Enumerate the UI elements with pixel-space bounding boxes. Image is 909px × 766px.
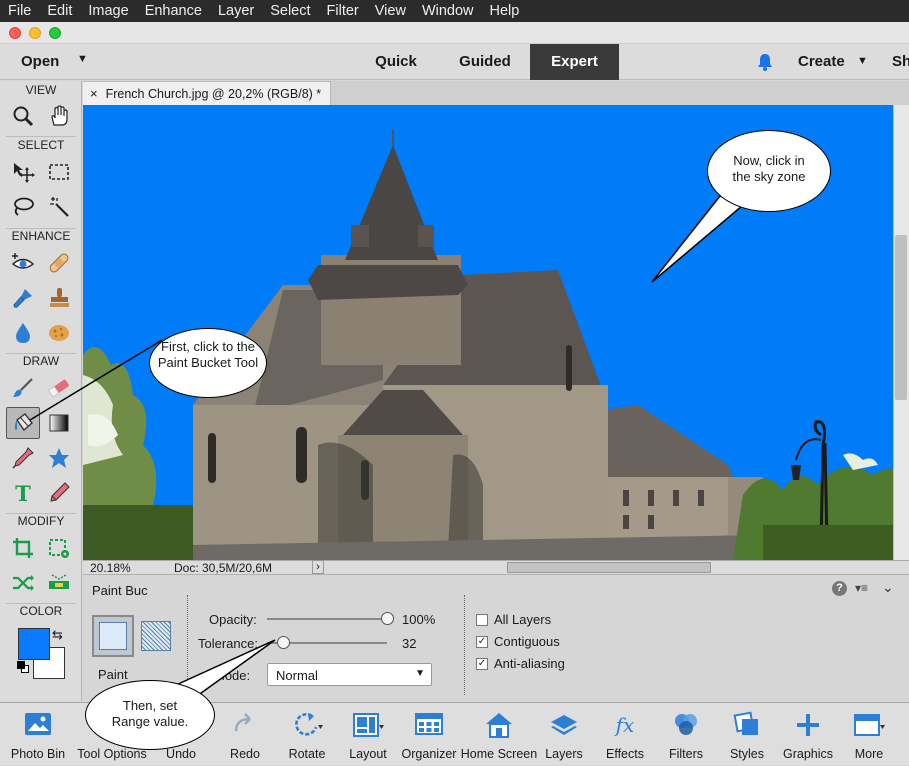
instruction-bubble-1: First, click to the Paint Bucket Tool	[149, 328, 267, 398]
annotation-callout-lines	[29, 195, 744, 707]
instruction-bubble-3: Then, set Range value.	[85, 680, 215, 750]
instruction-bubble-2: Now, click in the sky zone	[707, 130, 831, 212]
